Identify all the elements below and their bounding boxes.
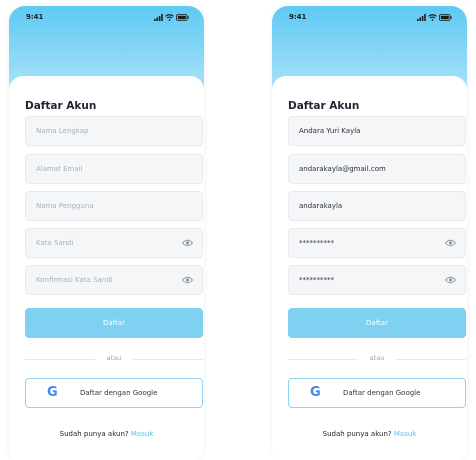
password-value: ********** — [299, 239, 334, 247]
divider-line — [133, 359, 203, 360]
status-bar: 9:41 — [9, 6, 204, 26]
email-field[interactable]: Alamat Email — [25, 154, 203, 184]
status-bar: 9:41 — [272, 6, 467, 26]
login-link[interactable]: Masuk — [394, 430, 416, 438]
google-icon: G — [310, 385, 321, 400]
status-time: 9:41 — [26, 13, 44, 21]
or-divider: atau — [288, 354, 466, 364]
wifi-icon — [165, 14, 174, 21]
google-signup-button[interactable]: G Daftar dengan Google — [25, 378, 203, 408]
register-button[interactable]: Daftar — [25, 308, 203, 338]
page-title: Daftar Akun — [288, 100, 360, 112]
google-signup-label: Daftar dengan Google — [80, 389, 158, 397]
google-signup-button[interactable]: G Daftar dengan Google — [288, 378, 466, 408]
login-link[interactable]: Masuk — [131, 430, 153, 438]
form-sheet: Daftar Akun Andara Yuri Kayla andarakayl… — [272, 76, 467, 460]
google-signup-label: Daftar dengan Google — [343, 389, 421, 397]
status-time: 9:41 — [289, 13, 307, 21]
form-sheet: Daftar Akun Nama Lengkap Alamat Email Na… — [9, 76, 204, 460]
eye-icon[interactable] — [182, 276, 193, 284]
full-name-field[interactable]: Andara Yuri Kayla — [288, 116, 466, 146]
confirm-password-value: ********** — [299, 276, 334, 284]
password-field[interactable]: Kata Sandi — [25, 228, 203, 258]
signal-icon — [154, 14, 163, 21]
email-field[interactable]: andarakayla@gmail.com — [288, 154, 466, 184]
username-field[interactable]: Nama Pengguna — [25, 191, 203, 221]
eye-icon[interactable] — [182, 239, 193, 247]
register-screen-filled: 9:41 Daftar Akun Andara Yuri Kayla andar… — [272, 6, 467, 460]
login-prompt: Sudah punya akun? Masuk — [272, 430, 467, 438]
or-label: atau — [106, 354, 122, 362]
system-icons — [417, 13, 452, 21]
password-field[interactable]: ********** — [288, 228, 466, 258]
system-icons — [154, 13, 189, 21]
or-divider: atau — [25, 354, 203, 364]
username-field[interactable]: andarakayla — [288, 191, 466, 221]
eye-icon[interactable] — [445, 276, 456, 284]
confirm-password-field[interactable]: Konfirmasi Kata Sandi — [25, 265, 203, 295]
password-placeholder: Kata Sandi — [36, 239, 74, 247]
wifi-icon — [428, 14, 437, 21]
google-icon: G — [47, 385, 58, 400]
confirm-password-field[interactable]: ********** — [288, 265, 466, 295]
battery-icon — [176, 14, 189, 21]
login-prompt-text: Sudah punya akun? — [59, 430, 129, 438]
register-screen-empty: 9:41 Daftar Akun Nama Lengkap Alamat Ema… — [9, 6, 204, 460]
login-prompt-text: Sudah punya akun? — [322, 430, 392, 438]
eye-icon[interactable] — [445, 239, 456, 247]
full-name-field[interactable]: Nama Lengkap — [25, 116, 203, 146]
or-label: atau — [369, 354, 385, 362]
signal-icon — [417, 14, 426, 21]
battery-icon — [439, 14, 452, 21]
confirm-password-placeholder: Konfirmasi Kata Sandi — [36, 276, 113, 284]
divider-line — [396, 359, 466, 360]
register-button[interactable]: Daftar — [288, 308, 466, 338]
login-prompt: Sudah punya akun? Masuk — [9, 430, 204, 438]
page-title: Daftar Akun — [25, 100, 97, 112]
